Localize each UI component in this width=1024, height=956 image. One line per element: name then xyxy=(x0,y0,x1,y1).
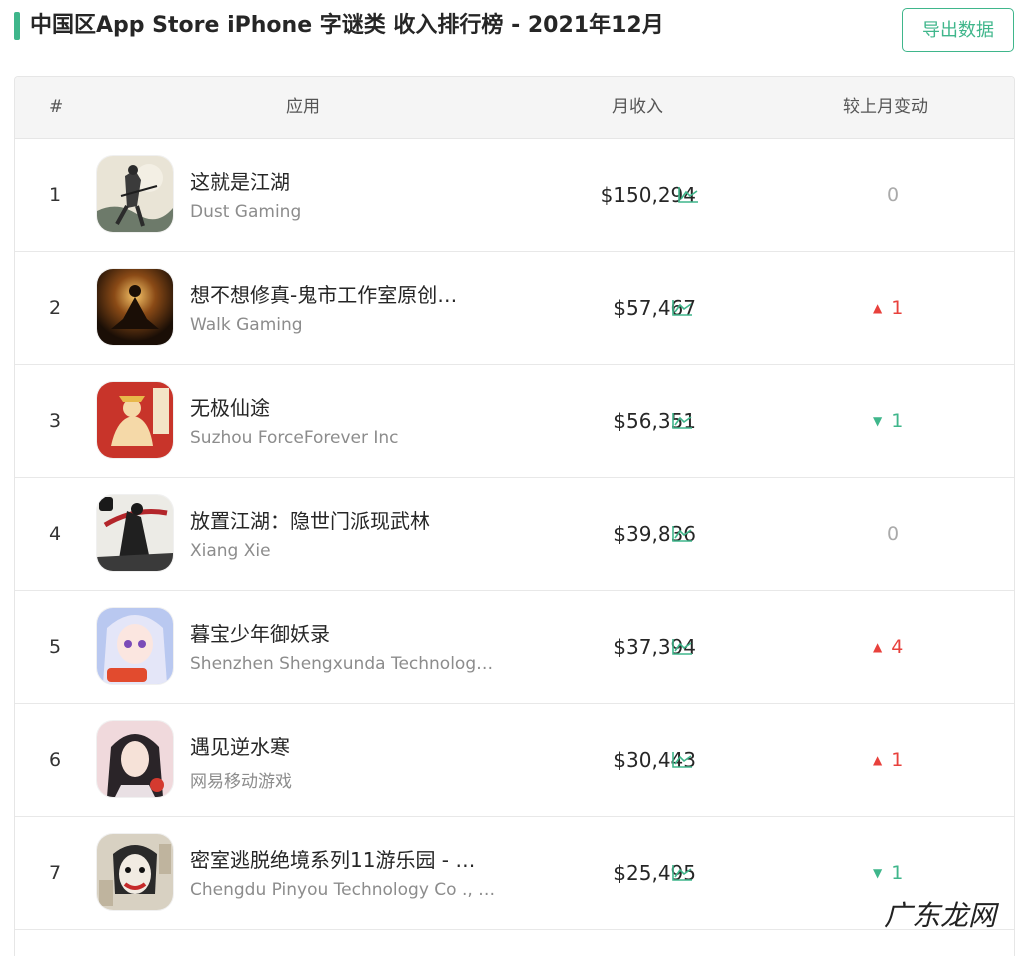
up-arrow-icon: ▲ xyxy=(873,301,883,315)
column-header-revenue: 月收入 xyxy=(612,97,663,117)
app-icon-clown[interactable] xyxy=(97,834,173,910)
rank-number: 3 xyxy=(49,410,62,432)
rank-change: ▲ 1 xyxy=(873,749,904,771)
trend-chart-icon[interactable] xyxy=(671,751,693,769)
app-icon-meditating-figure[interactable] xyxy=(97,269,173,345)
trend-chart-icon[interactable] xyxy=(671,638,693,656)
app-icon-swordsman-ink[interactable] xyxy=(97,156,173,232)
page-title: 中国区App Store iPhone 字谜类 收入排行榜 - 2021年12月 xyxy=(30,13,664,38)
developer-name: Shenzhen Shengxunda Technolog… xyxy=(190,654,494,674)
app-name[interactable]: 暮宝少年御妖录 xyxy=(190,618,330,647)
app-name[interactable]: 遇见逆水寒 xyxy=(190,731,290,760)
column-header-app: 应用 xyxy=(286,97,320,117)
table-row[interactable]: 4 放置江湖：隐世门派现武林 Xiang Xie $39,836 0 xyxy=(15,478,1014,591)
rank-change: 0 xyxy=(887,184,900,206)
trend-chart-icon[interactable] xyxy=(677,186,699,204)
app-icon-immortal-red[interactable] xyxy=(97,382,173,458)
column-header-rank: # xyxy=(49,97,64,117)
table-row[interactable]: 6 遇见逆水寒 网易移动游戏 $30,443 ▲ 1 xyxy=(15,704,1014,817)
developer-name: Dust Gaming xyxy=(190,202,302,222)
rank-change: ▲ 4 xyxy=(873,636,904,658)
watermark: 广东龙网 xyxy=(884,899,997,932)
app-icon-ink-warrior[interactable] xyxy=(97,495,173,571)
up-arrow-icon: ▲ xyxy=(873,753,883,767)
export-data-button[interactable]: 导出数据 xyxy=(902,8,1014,52)
rank-change: ▼ 1 xyxy=(873,410,904,432)
column-header-change: 较上月变动 xyxy=(843,97,928,117)
table-row[interactable]: 1 这就是江湖 Dust Gaming $150,294 0 xyxy=(15,139,1014,252)
down-arrow-icon: ▼ xyxy=(873,866,883,880)
rank-number: 4 xyxy=(49,523,62,545)
table-header: # 应用 月收入 较上月变动 xyxy=(15,77,1014,139)
developer-name: Chengdu Pinyou Technology Co ., … xyxy=(190,880,496,900)
app-icon-anime-girl[interactable] xyxy=(97,608,173,684)
developer-name: Suzhou ForceForever Inc xyxy=(190,428,399,448)
trend-chart-icon[interactable] xyxy=(671,412,693,430)
app-name[interactable]: 密室逃脱绝境系列11游乐园 - … xyxy=(190,844,475,873)
app-name[interactable]: 放置江湖：隐世门派现武林 xyxy=(190,505,430,534)
developer-name: Xiang Xie xyxy=(190,541,271,561)
title-accent-bar xyxy=(14,12,20,40)
rank-change: 0 xyxy=(887,523,900,545)
rank-number: 5 xyxy=(49,636,62,658)
rank-number: 1 xyxy=(49,184,62,206)
app-name[interactable]: 这就是江湖 xyxy=(190,166,290,195)
trend-chart-icon[interactable] xyxy=(671,525,693,543)
table-row[interactable]: 2 想不想修真-鬼市工作室原创… Walk Gaming $57,467 ▲ 1 xyxy=(15,252,1014,365)
developer-name: Walk Gaming xyxy=(190,315,303,335)
down-arrow-icon: ▼ xyxy=(873,414,883,428)
rank-change: ▲ 1 xyxy=(873,297,904,319)
rank-number: 2 xyxy=(49,297,62,319)
trend-chart-icon[interactable] xyxy=(671,299,693,317)
app-icon-anime-man[interactable] xyxy=(97,721,173,797)
ranking-table: # 应用 月收入 较上月变动 1 这就是江湖 Dust Gaming $150,… xyxy=(14,76,1015,956)
table-row[interactable]: 7 密室逃脱绝境系列11游乐园 - … Chengdu Pinyou Techn… xyxy=(15,817,1014,930)
trend-chart-icon[interactable] xyxy=(671,864,693,882)
app-name[interactable]: 想不想修真-鬼市工作室原创… xyxy=(190,279,457,308)
rank-number: 7 xyxy=(49,862,62,884)
developer-name: 网易移动游戏 xyxy=(190,772,292,792)
app-name[interactable]: 无极仙途 xyxy=(190,392,270,421)
up-arrow-icon: ▲ xyxy=(873,640,883,654)
table-row[interactable]: 3 无极仙途 Suzhou ForceForever Inc $56,351 ▼… xyxy=(15,365,1014,478)
table-row[interactable]: 5 暮宝少年御妖录 Shenzhen Shengxunda Technolog…… xyxy=(15,591,1014,704)
rank-number: 6 xyxy=(49,749,62,771)
